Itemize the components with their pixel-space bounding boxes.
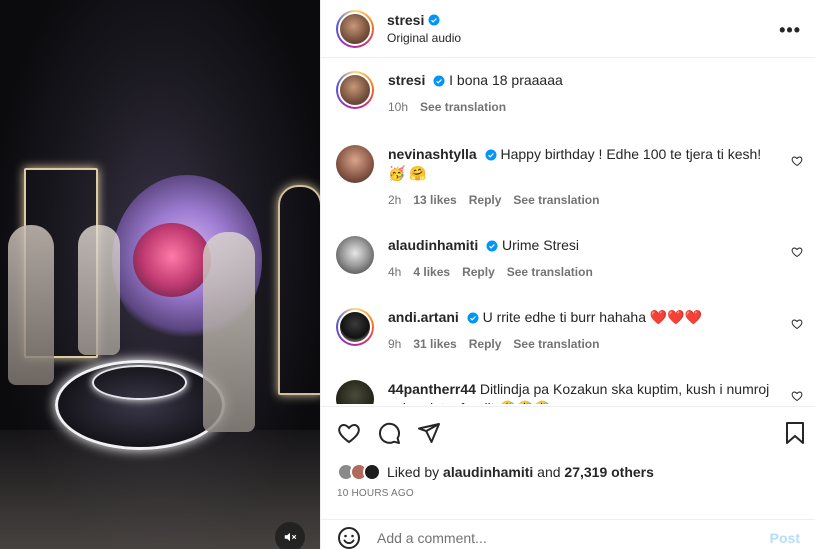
caption-text: I bona 18 praaaaa (449, 72, 563, 88)
like-comment-heart-icon[interactable] (791, 390, 803, 402)
comment-username[interactable]: 44pantherr44 (388, 381, 476, 397)
author-username[interactable]: stresi (387, 12, 424, 28)
like-comment-heart-icon[interactable] (791, 246, 803, 258)
more-options-icon[interactable]: ••• (779, 20, 801, 41)
share-paper-plane-icon[interactable] (417, 421, 441, 445)
see-translation-link[interactable]: See translation (513, 335, 599, 354)
comment-time[interactable]: 2h (388, 191, 401, 210)
caption-username[interactable]: stresi (388, 72, 425, 88)
likes-summary: Liked by alaudinhamiti and 27,319 others (337, 463, 654, 481)
video-poster-face (133, 223, 211, 297)
like-comment-heart-icon[interactable] (791, 318, 803, 330)
comments-list: stresi I bona 18 praaaaa 10h See transla… (321, 58, 815, 404)
video-podium-top (92, 365, 187, 400)
commenter-avatar[interactable] (336, 380, 374, 404)
comment-time[interactable]: 9h (388, 335, 401, 354)
liked-by-and: and (537, 464, 561, 480)
audio-link[interactable]: Original audio (387, 31, 461, 45)
liked-by-user[interactable]: alaudinhamiti (443, 464, 533, 480)
add-comment-bar: Add a comment... Post (321, 519, 815, 549)
save-bookmark-icon[interactable] (784, 421, 806, 445)
comment-item: alaudinhamiti Urime Stresi 4h 4 likes Re… (321, 236, 815, 282)
verified-badge-icon (485, 149, 497, 161)
comment-bubble-icon[interactable] (377, 421, 401, 445)
video-person (8, 225, 54, 385)
liked-by-prefix: Liked by (387, 464, 440, 480)
commenter-avatar[interactable] (336, 308, 374, 346)
reply-button[interactable]: Reply (462, 263, 495, 282)
comment-likes[interactable]: 31 likes (413, 335, 456, 354)
author-avatar[interactable] (336, 9, 374, 48)
comment-time[interactable]: 4h (388, 263, 401, 282)
comment-text: U rrite edhe ti burr hahaha ❤️❤️❤️ (482, 309, 703, 325)
comment-input[interactable]: Add a comment... (377, 530, 770, 546)
comment-text: Urime Stresi (502, 237, 580, 253)
verified-badge-icon (428, 14, 440, 26)
like-comment-heart-icon[interactable] (791, 155, 803, 167)
muted-speaker-icon (284, 532, 297, 542)
like-heart-icon[interactable] (337, 421, 361, 445)
comment-item: 44pantherr44 Ditlindja pa Kozakun ska ku… (321, 380, 815, 404)
post-sidebar: stresi Original audio ••• stresi I bona … (320, 0, 815, 549)
post-caption: stresi I bona 18 praaaaa 10h See transla… (321, 71, 815, 117)
post-header: stresi Original audio ••• (321, 0, 815, 58)
comment-likes[interactable]: 13 likes (413, 191, 456, 210)
see-translation-link[interactable]: See translation (420, 98, 506, 117)
caption-time[interactable]: 10h (388, 98, 408, 117)
video-person (78, 225, 120, 355)
verified-badge-icon (486, 240, 498, 252)
comment-likes[interactable]: 4 likes (413, 263, 450, 282)
post-timestamp[interactable]: 10 HOURS AGO (337, 488, 414, 499)
commenter-avatar[interactable] (336, 145, 374, 183)
post-video[interactable] (0, 0, 320, 549)
comment-item: nevinashtylla Happy birthday ! Edhe 100 … (321, 145, 815, 210)
verified-badge-icon (467, 312, 479, 324)
liked-by-others[interactable]: 27,319 others (564, 464, 654, 480)
comment-username[interactable]: andi.artani (388, 309, 459, 325)
reply-button[interactable]: Reply (469, 191, 502, 210)
post-comment-button[interactable]: Post (770, 530, 800, 546)
see-translation-link[interactable]: See translation (513, 191, 599, 210)
reply-button[interactable]: Reply (469, 335, 502, 354)
liker-avatars[interactable] (337, 463, 381, 481)
mute-button[interactable] (275, 522, 305, 549)
comment-item: andi.artani U rrite edhe ti burr hahaha … (321, 308, 815, 354)
video-person (203, 232, 255, 432)
see-translation-link[interactable]: See translation (507, 263, 593, 282)
video-light-frame (278, 185, 320, 395)
post-actions: Liked by alaudinhamiti and 27,319 others… (321, 406, 815, 549)
author-avatar[interactable] (336, 71, 374, 109)
verified-badge-icon (433, 75, 445, 87)
commenter-avatar[interactable] (336, 236, 374, 274)
comment-username[interactable]: nevinashtylla (388, 146, 477, 162)
comment-username[interactable]: alaudinhamiti (388, 237, 478, 253)
emoji-smiley-icon[interactable] (337, 526, 361, 549)
